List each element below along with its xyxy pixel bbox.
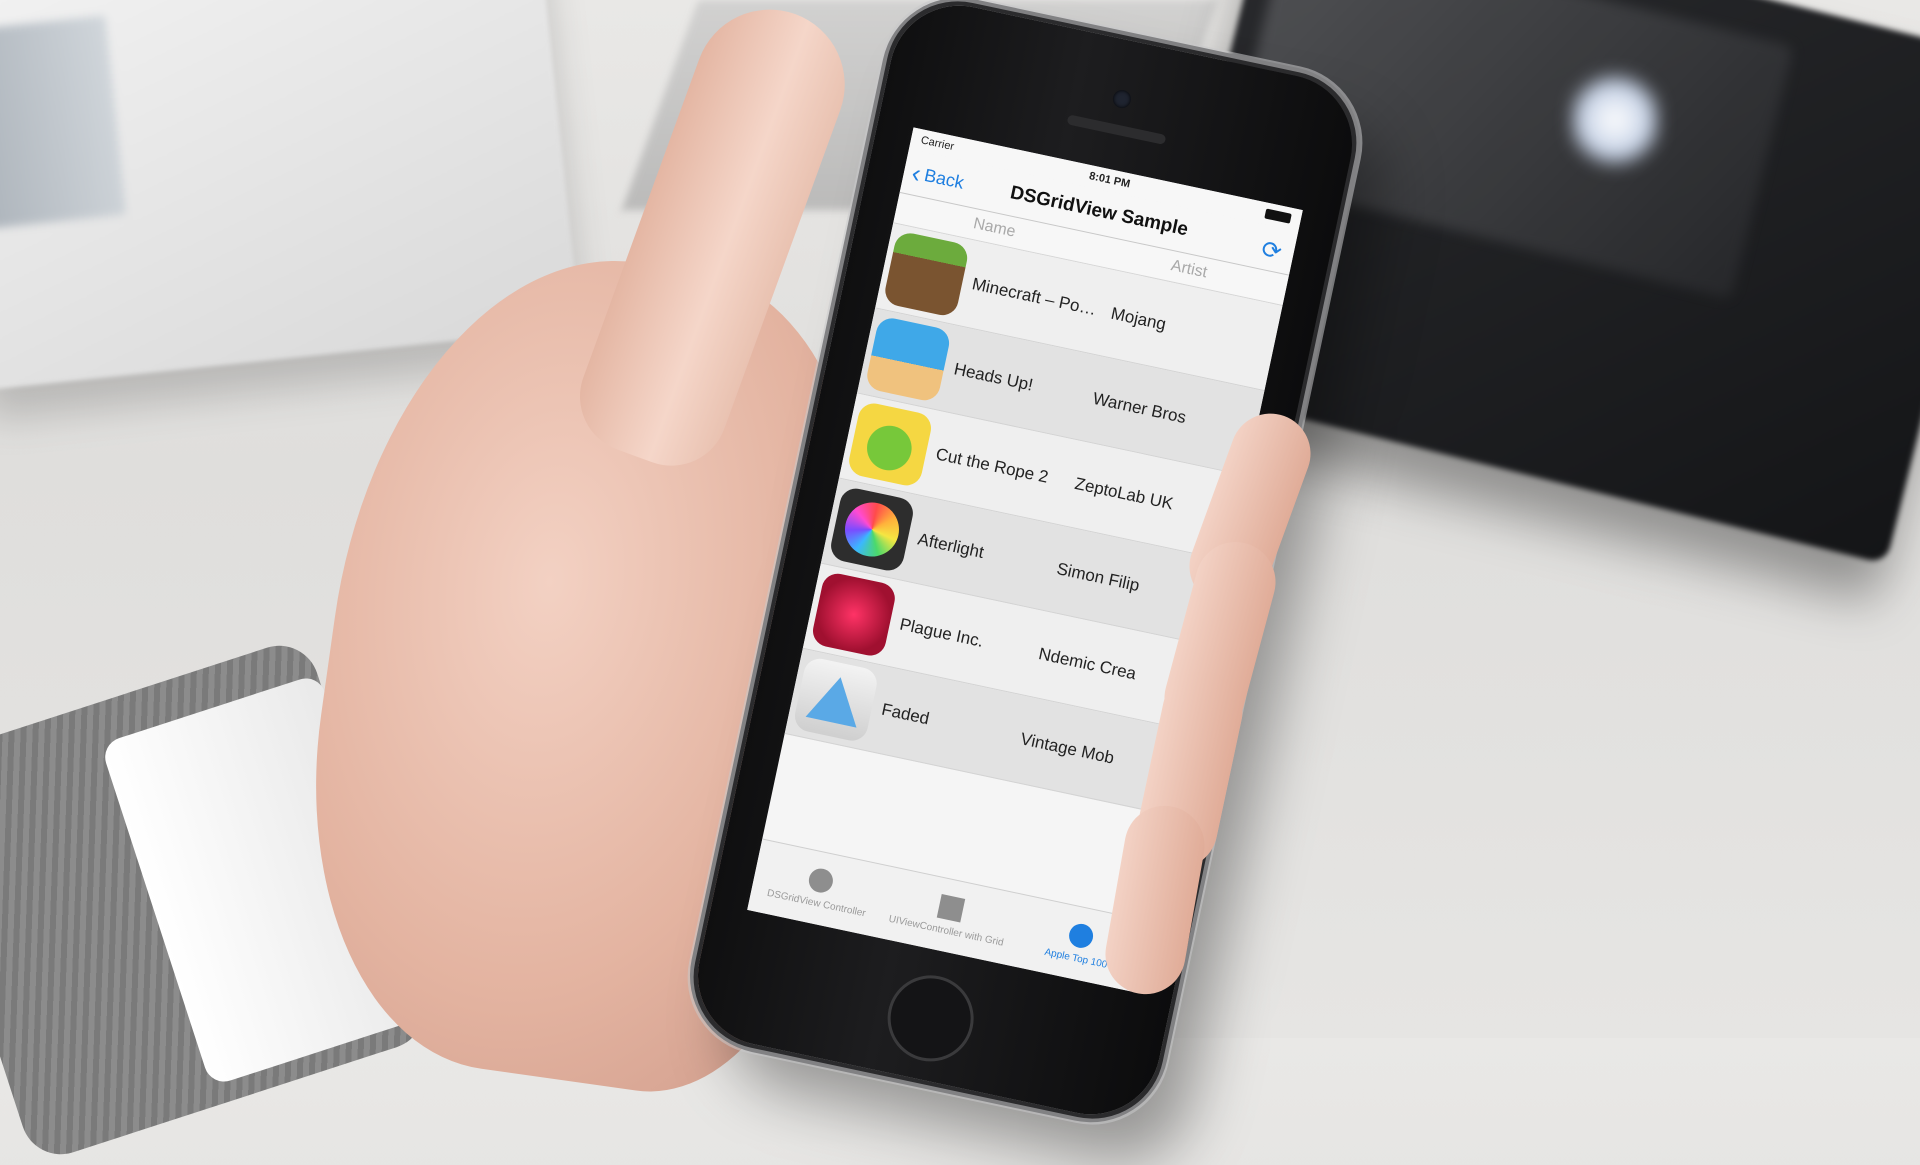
tab-label: DSGridView Controller: [766, 887, 867, 919]
plague-icon: [810, 570, 898, 659]
app-name: Faded: [879, 699, 932, 729]
afterlight-icon: [828, 485, 916, 574]
home-button[interactable]: [879, 967, 982, 1070]
circle-tab-icon-selected: [1066, 921, 1096, 950]
tab-bar: DSGridView Controller UIViewController w…: [747, 838, 1152, 993]
tab-uiviewcontroller-with-grid[interactable]: UIViewController with Grid: [881, 882, 1018, 949]
front-camera: [1111, 88, 1133, 110]
circle-tab-icon: [807, 865, 836, 895]
battery-icon: [1264, 208, 1292, 224]
square-tab-icon: [936, 893, 966, 922]
app-artist: Warner Bros: [1091, 388, 1188, 428]
tab-label: Apple Top 100: [1043, 946, 1109, 971]
earpiece: [1066, 114, 1167, 145]
faded-icon: [791, 655, 880, 744]
refresh-icon[interactable]: ⟳: [1259, 235, 1285, 268]
carrier-label: Carrier: [919, 134, 956, 154]
afterlight-color-ring: [839, 497, 905, 562]
background-notebook-print: [0, 15, 126, 229]
faded-triangle: [805, 671, 867, 728]
app-name: Heads Up!: [952, 359, 1035, 395]
app-artist: Mojang: [1109, 303, 1168, 334]
app-name: Cut the Rope 2: [934, 444, 1050, 487]
app-name: Plague Inc.: [898, 614, 986, 651]
app-name: Afterlight: [916, 529, 986, 563]
app-name: Minecraft – Pock…: [970, 274, 1102, 321]
cut-the-rope-icon: [846, 400, 934, 489]
tab-dsgridview-controller[interactable]: DSGridView Controller: [751, 855, 888, 922]
heads-up-icon: [864, 315, 953, 404]
background-light-reflection: [1570, 70, 1660, 170]
minecraft-icon: [882, 230, 971, 319]
